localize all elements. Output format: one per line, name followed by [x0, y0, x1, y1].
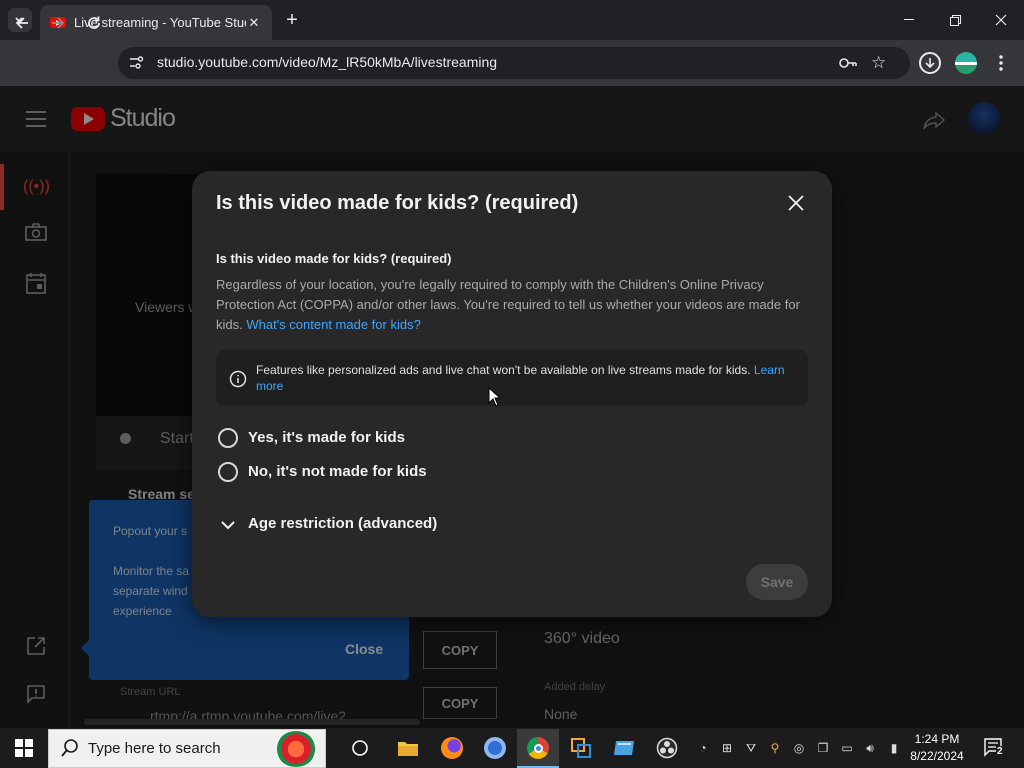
radio-yes-label[interactable]: Yes, it's made for kids	[248, 429, 405, 446]
age-restriction-toggle[interactable]: Age restriction (advanced)	[248, 515, 437, 532]
taskbar-clock[interactable]: 1:24 PM 8/22/2024	[904, 731, 970, 765]
notification-count: 2	[996, 746, 1004, 757]
dialog-close-button[interactable]	[784, 191, 808, 215]
dialog-title: Is this video made for kids? (required)	[216, 192, 579, 214]
remote-desktop-icon[interactable]	[567, 734, 595, 762]
browser-tab-active[interactable]: Live streaming - YouTube Studio ✕	[40, 5, 272, 40]
radio-yes-kids[interactable]	[218, 428, 238, 448]
restore-icon	[949, 14, 961, 26]
tray-network-off-icon[interactable]: ⛛	[743, 740, 759, 756]
obs-icon[interactable]	[653, 734, 681, 762]
download-icon[interactable]	[919, 52, 941, 74]
radio-no-label[interactable]: No, it's not made for kids	[248, 463, 427, 480]
reload-icon	[88, 16, 100, 29]
tray-copy-icon[interactable]: ❐	[815, 740, 831, 756]
windows-logo-icon	[15, 739, 33, 757]
chrome-icon[interactable]	[524, 734, 552, 762]
app-window-icon[interactable]	[610, 734, 638, 762]
tray-windows-icon[interactable]: ⊞	[719, 740, 735, 756]
content-for-kids-link[interactable]: What's content made for kids?	[246, 317, 420, 332]
password-key-icon[interactable]	[838, 55, 858, 71]
close-icon	[788, 195, 804, 211]
site-info-icon[interactable]	[127, 54, 145, 72]
url-text[interactable]: studio.youtube.com/video/Mz_lR50kMbA/liv…	[157, 54, 497, 70]
info-notice-text: Features like personalized ads and live …	[256, 362, 801, 394]
close-window-button[interactable]	[978, 0, 1024, 40]
task-view-icon[interactable]	[346, 734, 374, 762]
new-tab-button[interactable]: +	[282, 9, 302, 31]
arrow-left-icon	[15, 17, 28, 29]
search-icon	[60, 738, 80, 758]
back-button[interactable]	[9, 10, 35, 36]
kids-question-heading: Is this video made for kids? (required)	[216, 251, 452, 266]
radio-no-kids[interactable]	[218, 462, 238, 482]
info-message: Features like personalized ads and live …	[256, 363, 751, 377]
minimize-button[interactable]	[886, 0, 932, 40]
save-button[interactable]: Save	[746, 564, 808, 600]
reload-button[interactable]	[81, 10, 107, 36]
profile-avatar[interactable]	[955, 52, 977, 74]
firefox-icon[interactable]	[438, 734, 466, 762]
bookmark-star-icon[interactable]: ☆	[871, 54, 889, 72]
restore-button[interactable]	[932, 0, 978, 40]
tray-circle-icon[interactable]: ◎	[791, 740, 807, 756]
search-highlight-icon[interactable]	[276, 731, 316, 767]
info-icon	[229, 370, 247, 388]
chromium-icon[interactable]	[481, 734, 509, 762]
tab-close-icon[interactable]: ✕	[246, 15, 262, 31]
tray-obs-icon[interactable]: ◔	[695, 740, 711, 756]
chevron-down-icon[interactable]	[220, 518, 236, 530]
menu-kebab-icon[interactable]	[994, 53, 1008, 73]
tray-search-icon[interactable]: ⚲	[767, 740, 783, 756]
tray-network-icon[interactable]: ▭	[839, 740, 855, 756]
notification-center-icon[interactable]: 2	[984, 738, 1006, 758]
minimize-icon	[904, 19, 914, 20]
microphone-icon[interactable]: ▮	[886, 740, 902, 756]
arrow-right-icon	[52, 17, 65, 29]
mouse-cursor-icon	[488, 386, 502, 407]
clock-time: 1:24 PM	[914, 732, 960, 746]
close-icon	[995, 14, 1007, 26]
start-button[interactable]	[0, 728, 48, 768]
file-explorer-icon[interactable]	[394, 734, 422, 762]
forward-button[interactable]	[45, 10, 71, 36]
volume-icon[interactable]: 🔊︎	[862, 740, 878, 756]
coppa-description: Regardless of your location, you're lega…	[216, 275, 808, 335]
clock-date: 8/22/2024	[910, 749, 964, 763]
taskbar-search-placeholder[interactable]: Type here to search	[88, 740, 221, 757]
